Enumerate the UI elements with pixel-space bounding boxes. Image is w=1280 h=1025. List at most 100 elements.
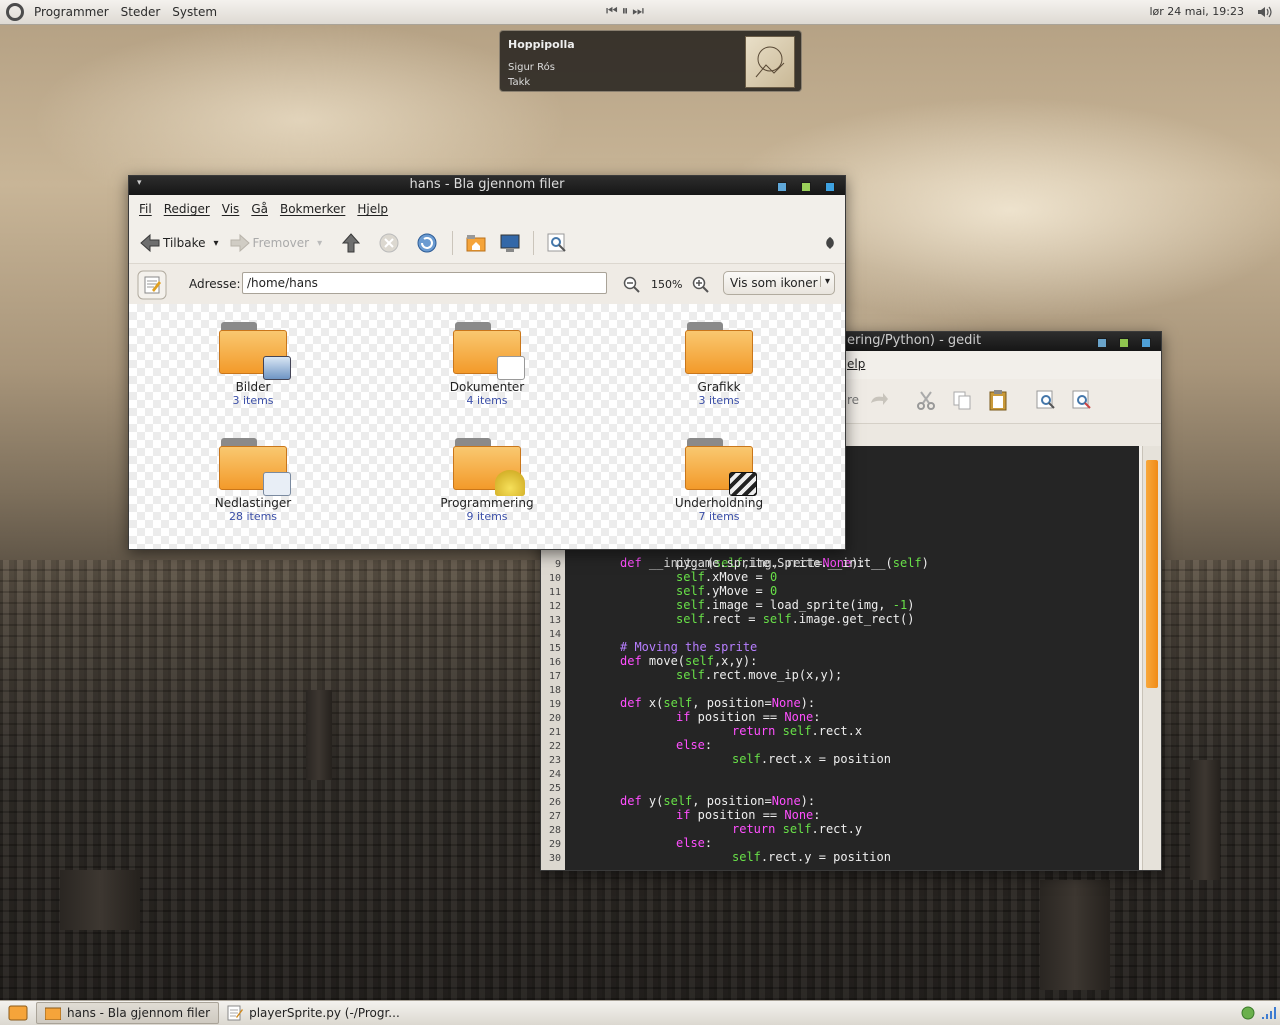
zoom-out-icon[interactable]	[623, 276, 641, 294]
menu-steder[interactable]: Steder	[115, 5, 167, 19]
wallpaper-building	[1190, 760, 1220, 880]
zoom-level[interactable]: 150%	[651, 278, 682, 291]
code-token: :	[704, 836, 713, 850]
stop-icon[interactable]	[378, 232, 400, 254]
menu-fil[interactable]: Fil	[133, 202, 158, 216]
redo-icon[interactable]	[867, 389, 889, 411]
code-line: 23 self.rect.x = position	[541, 752, 891, 766]
view-mode-label: Vis som ikoner	[730, 276, 818, 290]
up-arrow-icon[interactable]	[340, 232, 362, 254]
forward-history-chevron-icon[interactable]: ▾	[317, 238, 322, 249]
view-mode-select[interactable]: Vis som ikoner ▾	[723, 271, 835, 295]
toolbar-partial-label[interactable]: re	[847, 393, 859, 407]
code-token: self	[676, 598, 705, 612]
signal-icon[interactable]	[1260, 1005, 1276, 1021]
previous-track-icon[interactable]: ⏮	[606, 4, 618, 19]
menu-vis[interactable]: Vis	[216, 202, 246, 216]
clock[interactable]: lør 24 mai, 19:23	[1149, 5, 1244, 18]
computer-icon[interactable]	[499, 232, 521, 254]
folder-item[interactable]: Underholdning 7 items	[649, 436, 789, 523]
code-token: 0	[769, 584, 778, 598]
folder-item-count: 3 items	[232, 394, 274, 407]
menu-help[interactable]: elp	[847, 357, 865, 371]
folder-item[interactable]: Nedlastinger 28 items	[183, 436, 323, 523]
file-browser-titlebar[interactable]: ▾ hans - Bla gjennom filer	[129, 176, 845, 195]
folder-item[interactable]: Grafikk 3 items	[649, 320, 789, 407]
code-token: None	[784, 808, 814, 822]
search-icon[interactable]	[546, 232, 568, 254]
forward-button[interactable]: Fremover	[225, 228, 314, 258]
menu-hjelp[interactable]: Hjelp	[351, 202, 394, 216]
network-icon[interactable]	[1240, 1005, 1258, 1021]
documents-emblem-icon	[497, 356, 525, 380]
code-line: 21 return self.rect.x	[541, 724, 862, 738]
next-track-icon[interactable]: ⏭	[632, 4, 644, 19]
home-folder-icon[interactable]	[465, 232, 487, 254]
code-token: self	[732, 850, 761, 864]
code-token: return	[732, 822, 776, 836]
minimize-button[interactable]	[777, 182, 787, 192]
address-input[interactable]	[242, 272, 607, 294]
code-text: self.rect.y = position	[732, 850, 891, 864]
minimize-button[interactable]	[1097, 338, 1107, 348]
find-replace-icon[interactable]	[1071, 389, 1093, 411]
reload-icon[interactable]	[416, 232, 438, 254]
toggle-location-icon[interactable]	[137, 270, 167, 300]
menu-system[interactable]: System	[166, 5, 223, 19]
code-token: position ==	[690, 710, 785, 724]
code-token: .image.get_rect()	[791, 612, 915, 626]
folder-item-count: 4 items	[466, 394, 508, 407]
code-text: if position == None:	[676, 808, 821, 822]
code-token: None	[771, 696, 801, 710]
hardhat-emblem-icon	[495, 470, 525, 496]
folder-name: Nedlastinger	[214, 496, 292, 510]
code-text: def y(self, position=None):	[620, 794, 815, 808]
paste-icon[interactable]	[987, 388, 1009, 412]
menu-bokmerker[interactable]: Bokmerker	[274, 202, 351, 216]
back-history-chevron-icon[interactable]: ▾	[214, 238, 219, 249]
code-token: .yMove =	[704, 584, 770, 598]
code-text: else:	[676, 836, 712, 850]
maximize-button[interactable]	[801, 182, 811, 192]
close-button[interactable]	[1141, 338, 1151, 348]
maximize-button[interactable]	[1119, 338, 1129, 348]
find-icon[interactable]	[1035, 389, 1057, 411]
copy-icon[interactable]	[951, 389, 973, 411]
code-text: pygame.sprite.Sprite.__init__(self)	[676, 556, 929, 570]
folder-item-count: 3 items	[698, 394, 740, 407]
code-token: ):	[800, 794, 816, 808]
taskbar-item-file-browser[interactable]: hans - Bla gjennom filer	[36, 1002, 220, 1024]
graphics-emblem-icon	[731, 358, 757, 380]
scrollbar-thumb[interactable]	[1146, 460, 1158, 688]
code-token: # Moving the sprite	[620, 640, 758, 654]
pause-icon[interactable]: ⏸	[622, 4, 628, 19]
editor-scrollbar[interactable]	[1142, 446, 1161, 870]
album-cover	[745, 36, 795, 88]
file-browser-toolbar: Tilbake ▾ Fremover ▾	[129, 223, 845, 263]
cut-icon[interactable]	[915, 389, 937, 411]
menu-rediger[interactable]: Rediger	[158, 202, 216, 216]
taskbar-item-gedit[interactable]: playerSprite.py (-/Progr...	[219, 1003, 408, 1023]
code-token: :	[813, 808, 821, 822]
folder-name: Programmering	[440, 496, 534, 510]
menu-ga[interactable]: Gå	[245, 202, 274, 216]
close-button[interactable]	[825, 182, 835, 192]
code-text: self.image = load_sprite(img, -1)	[676, 598, 914, 612]
folder-name: Bilder	[235, 380, 271, 394]
folder-item[interactable]: Programmering 9 items	[417, 436, 557, 523]
folder-item[interactable]: Dokumenter 4 items	[417, 320, 557, 407]
zoom-in-icon[interactable]	[692, 276, 710, 294]
menu-programmer[interactable]: Programmer	[28, 5, 115, 19]
code-text: self.rect = self.image.get_rect()	[676, 612, 914, 626]
ubuntu-logo-icon[interactable]	[6, 3, 24, 21]
downloads-emblem-icon	[263, 472, 291, 496]
folder-name: Dokumenter	[449, 380, 525, 394]
code-token: ):	[800, 696, 816, 710]
code-token: :	[704, 738, 713, 752]
back-button[interactable]: Tilbake	[135, 228, 210, 258]
show-desktop-icon[interactable]	[8, 1004, 28, 1022]
volume-icon[interactable]	[1256, 4, 1272, 20]
window-title: hans - Bla gjennom filer	[409, 177, 565, 192]
code-token: y(	[641, 794, 664, 808]
folder-item[interactable]: Bilder 3 items	[183, 320, 323, 407]
